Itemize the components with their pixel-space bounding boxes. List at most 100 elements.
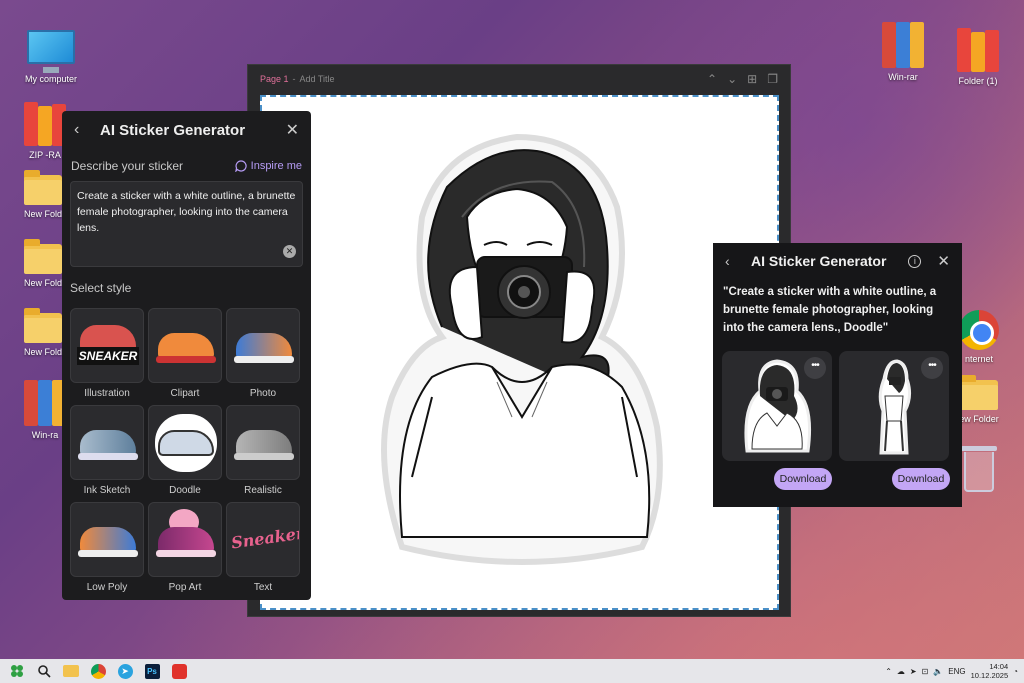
style-name: Doodle bbox=[169, 485, 201, 496]
style-option-pop-art[interactable]: Pop Art bbox=[148, 502, 222, 599]
page-title-input[interactable]: Add Title bbox=[300, 74, 335, 84]
illustration-word: SNEAKER bbox=[77, 347, 139, 365]
style-option-low-poly[interactable]: Low Poly bbox=[70, 502, 144, 599]
download-button[interactable]: Download bbox=[774, 468, 832, 490]
folder-icon bbox=[24, 170, 62, 205]
clock-time: 14:04 bbox=[989, 662, 1009, 671]
style-thumbnail bbox=[226, 405, 300, 480]
chrome-icon bbox=[959, 310, 999, 350]
chevron-up-icon[interactable]: ⌃ bbox=[885, 667, 892, 676]
volume-icon[interactable]: 🔈 bbox=[933, 667, 943, 676]
design-canvas-window: Page 1 - Add Title ⌃ ⌄ ⊞ ❐ bbox=[247, 64, 791, 617]
style-name: Clipart bbox=[170, 388, 200, 399]
style-thumbnail bbox=[148, 405, 222, 480]
desktop-icon-my-computer[interactable]: My computer bbox=[16, 30, 86, 84]
style-grid: SNEAKER Illustration Clipart Photo Ink S… bbox=[70, 308, 303, 599]
telegram-icon[interactable]: ➤ bbox=[114, 660, 136, 682]
style-thumbnail: SNEAKER bbox=[70, 308, 144, 383]
result-sticker-1[interactable]: ••• bbox=[722, 351, 832, 461]
select-style-label: Select style bbox=[70, 281, 132, 295]
desktop-icon-label: My computer bbox=[24, 74, 77, 84]
style-name: Ink Sketch bbox=[83, 485, 131, 496]
style-thumbnail: Sneaker bbox=[226, 502, 300, 577]
inspire-label: Inspire me bbox=[250, 160, 302, 172]
more-options-button[interactable]: ••• bbox=[921, 357, 943, 379]
style-thumbnail bbox=[70, 405, 144, 480]
style-thumbnail bbox=[226, 308, 300, 383]
result-sticker-2[interactable]: ••• bbox=[839, 351, 949, 461]
prompt-text: Create a sticker with a white outline, a… bbox=[77, 190, 296, 234]
clock[interactable]: 14:04 10.12.2025 bbox=[971, 662, 1009, 680]
file-explorer-icon[interactable] bbox=[60, 660, 82, 682]
photographer-sticker-image bbox=[381, 133, 663, 565]
inspire-me-button[interactable]: Inspire me bbox=[234, 160, 302, 172]
language-indicator[interactable]: ENG bbox=[948, 667, 965, 676]
add-page-icon[interactable]: ⊞ bbox=[747, 72, 757, 86]
desktop-icon-label: Folder (1) bbox=[958, 76, 998, 86]
panel-header: ‹ AI Sticker Generator i ✕ bbox=[713, 243, 962, 279]
monitor-icon bbox=[27, 30, 75, 73]
desktop-icon-winrar[interactable]: Win-rar bbox=[868, 22, 938, 82]
style-option-clipart[interactable]: Clipart bbox=[148, 308, 222, 405]
acrobat-icon[interactable] bbox=[168, 660, 190, 682]
style-name: Pop Art bbox=[168, 582, 202, 593]
taskbar: ➤ Ps ⌃ ☁ ➤ ⊡ 🔈 ENG 14:04 10.12.2025 ◔ bbox=[0, 659, 1024, 683]
close-icon[interactable]: ✕ bbox=[286, 120, 299, 140]
folder-icon bbox=[24, 308, 62, 343]
network-icon[interactable]: ⊡ bbox=[922, 667, 929, 676]
chrome-icon[interactable] bbox=[87, 660, 109, 682]
style-thumbnail bbox=[148, 308, 222, 383]
style-option-ink-sketch[interactable]: Ink Sketch bbox=[70, 405, 144, 502]
prompt-echo: "Create a sticker with a white outline, … bbox=[723, 286, 937, 334]
clear-icon[interactable]: ✕ bbox=[283, 245, 296, 258]
page-label: Page 1 bbox=[260, 74, 289, 84]
prompt-textarea[interactable]: Create a sticker with a white outline, a… bbox=[70, 181, 303, 267]
chevron-down-icon[interactable]: ⌄ bbox=[727, 72, 737, 86]
info-icon[interactable]: i bbox=[908, 254, 922, 268]
back-icon[interactable]: ‹ bbox=[725, 253, 745, 269]
panel-title: AI Sticker Generator bbox=[751, 253, 887, 269]
rar-icon bbox=[23, 380, 67, 426]
folder-icon bbox=[960, 375, 998, 410]
canvas-page[interactable] bbox=[260, 95, 779, 610]
style-name: Text bbox=[253, 582, 273, 593]
canvas-toolbar: Page 1 - Add Title ⌃ ⌄ ⊞ ❐ bbox=[248, 65, 790, 93]
text-style-word: Sneaker bbox=[229, 523, 300, 553]
trash-icon bbox=[961, 446, 997, 492]
style-name: Realistic bbox=[244, 485, 282, 496]
books-icon bbox=[955, 28, 1001, 72]
duplicate-page-icon[interactable]: ❐ bbox=[767, 72, 778, 86]
back-icon[interactable]: ‹ bbox=[74, 121, 94, 139]
style-name: Illustration bbox=[84, 388, 130, 399]
style-thumbnail bbox=[70, 502, 144, 577]
cloud-icon[interactable]: ☁ bbox=[897, 667, 905, 676]
style-option-doodle[interactable]: Doodle bbox=[148, 405, 222, 502]
clock-date: 10.12.2025 bbox=[970, 671, 1009, 680]
photoshop-label: Ps bbox=[144, 663, 160, 679]
close-icon[interactable]: ✕ bbox=[937, 252, 950, 270]
chat-bubble-icon bbox=[234, 160, 247, 172]
style-option-realistic[interactable]: Realistic bbox=[226, 405, 300, 502]
style-option-text[interactable]: Sneaker Text bbox=[226, 502, 300, 599]
folder-icon bbox=[24, 239, 62, 274]
sticker-generator-panel: ‹ AI Sticker Generator ✕ Describe your s… bbox=[62, 111, 311, 600]
windows-icon[interactable] bbox=[6, 660, 28, 682]
page-separator: - bbox=[292, 74, 296, 84]
photoshop-icon[interactable]: Ps bbox=[141, 660, 163, 682]
desktop-icon-folder-1[interactable]: Folder (1) bbox=[943, 28, 1013, 86]
chevron-up-icon[interactable]: ⌃ bbox=[707, 72, 717, 86]
style-option-illustration[interactable]: SNEAKER Illustration bbox=[70, 308, 144, 405]
desktop-icon-label: Win-rar bbox=[888, 72, 918, 82]
panel-title: AI Sticker Generator bbox=[100, 121, 246, 139]
style-name: Low Poly bbox=[86, 582, 128, 593]
style-option-photo[interactable]: Photo bbox=[226, 308, 300, 405]
sticker-results-panel: ‹ AI Sticker Generator i ✕ "Create a sti… bbox=[713, 243, 962, 507]
download-button[interactable]: Download bbox=[892, 468, 950, 490]
search-icon[interactable] bbox=[33, 660, 55, 682]
panel-header: ‹ AI Sticker Generator ✕ bbox=[62, 111, 311, 149]
more-options-button[interactable]: ••• bbox=[804, 357, 826, 379]
telegram-tray-icon[interactable]: ➤ bbox=[910, 667, 917, 676]
notifications-icon[interactable]: ◔ bbox=[1013, 667, 1018, 676]
system-tray: ⌃ ☁ ➤ ⊡ 🔈 ENG 14:04 10.12.2025 ◔ bbox=[885, 662, 1024, 680]
style-name: Photo bbox=[249, 388, 277, 399]
